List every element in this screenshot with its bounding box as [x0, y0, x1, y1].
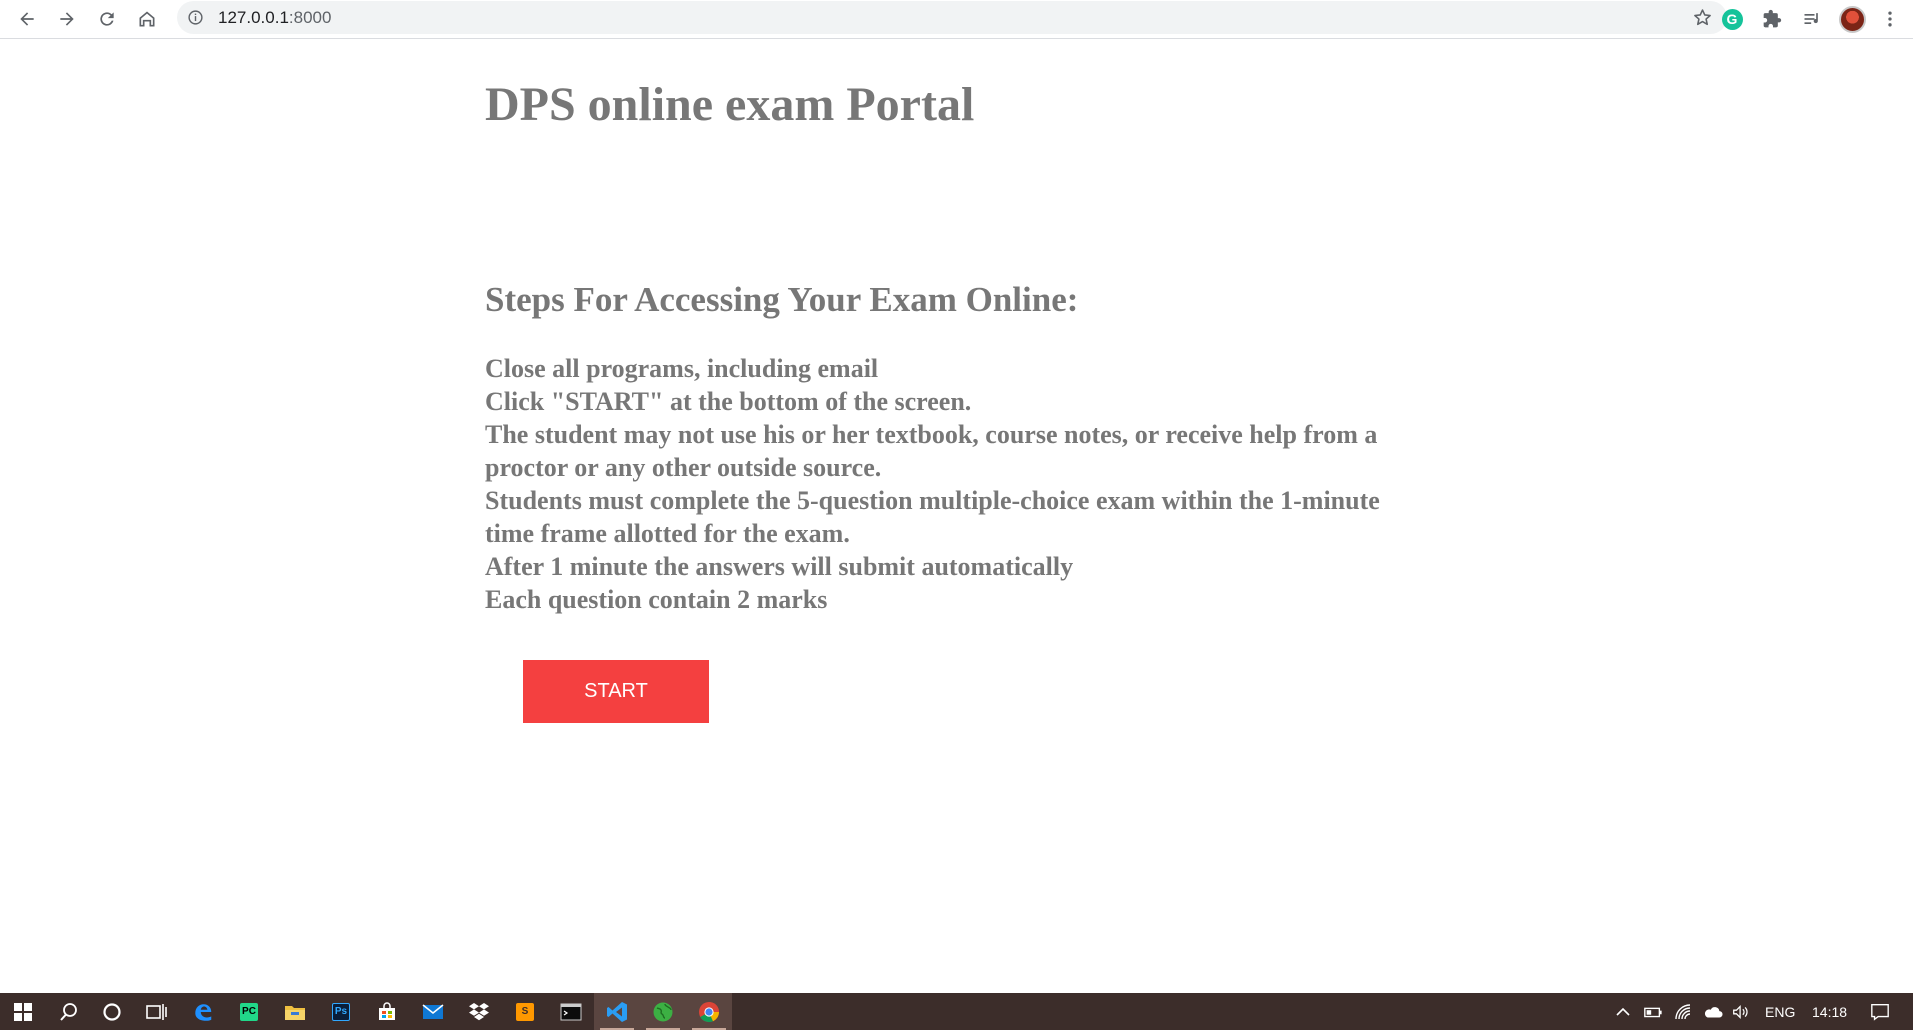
task-view-icon[interactable]: [134, 993, 180, 1030]
terminal-icon[interactable]: [548, 993, 594, 1030]
home-icon[interactable]: [132, 4, 162, 34]
start-button[interactable]: START: [523, 660, 709, 723]
pycharm-label: PC: [240, 1002, 258, 1021]
globe-app-icon[interactable]: [640, 993, 686, 1030]
notifications-icon[interactable]: [1870, 1002, 1890, 1022]
search-icon[interactable]: [46, 993, 92, 1030]
sublime-text-icon[interactable]: S: [502, 993, 548, 1030]
steps-heading: Steps For Accessing Your Exam Online:: [485, 280, 1079, 319]
profile-avatar[interactable]: [1838, 5, 1866, 33]
volume-icon[interactable]: [1731, 1002, 1751, 1022]
microsoft-store-icon[interactable]: [364, 993, 410, 1030]
url-host: 127.0.0.1: [218, 8, 289, 27]
sublime-label: S: [516, 1002, 534, 1021]
extensions-puzzle-icon[interactable]: [1758, 5, 1786, 33]
step-item: Click "START" at the bottom of the scree…: [485, 387, 972, 416]
url-text: 127.0.0.1:8000: [218, 8, 331, 28]
reading-list-icon[interactable]: [1798, 5, 1826, 33]
grammarly-icon: G: [1721, 8, 1743, 30]
chevron-up-icon[interactable]: [1613, 1002, 1633, 1022]
edge-browser-icon[interactable]: [180, 993, 226, 1030]
dropbox-icon[interactable]: [456, 993, 502, 1030]
info-icon[interactable]: [187, 9, 204, 26]
pycharm-icon[interactable]: PC: [226, 993, 272, 1030]
onedrive-cloud-icon[interactable]: [1703, 1002, 1723, 1022]
windows-start-icon[interactable]: [0, 993, 46, 1030]
address-bar[interactable]: 127.0.0.1:8000: [177, 1, 1727, 34]
page-title: DPS online exam Portal: [485, 78, 975, 131]
more-vert-icon[interactable]: [1876, 5, 1904, 33]
step-item: Each question contain 2 marks: [485, 585, 828, 614]
photoshop-icon[interactable]: Ps: [318, 993, 364, 1030]
chrome-icon[interactable]: [686, 993, 732, 1030]
step-item: After 1 minute the answers will submit a…: [485, 552, 1074, 581]
file-explorer-icon[interactable]: [272, 993, 318, 1030]
url-port: :8000: [288, 8, 332, 27]
battery-icon[interactable]: [1643, 1002, 1663, 1022]
photoshop-label: Ps: [332, 1002, 350, 1021]
back-arrow-icon[interactable]: [12, 4, 42, 34]
steps-list: Close all programs, including email Clic…: [485, 352, 1435, 616]
language-indicator[interactable]: ENG: [1765, 993, 1795, 1030]
step-item: The student may not use his or her textb…: [485, 420, 1378, 482]
browser-toolbar: 127.0.0.1:8000 G: [0, 0, 1913, 39]
vscode-icon[interactable]: [594, 993, 640, 1030]
grammarly-extension[interactable]: G: [1718, 5, 1746, 33]
wifi-icon[interactable]: [1673, 1002, 1693, 1022]
step-item: Close all programs, including email: [485, 354, 879, 383]
avatar-image: [1838, 5, 1866, 33]
taskbar: PC Ps S ENG 14:18: [0, 993, 1913, 1030]
reload-icon[interactable]: [92, 4, 122, 34]
mail-icon[interactable]: [410, 993, 456, 1030]
cortana-icon[interactable]: [89, 993, 135, 1030]
clock[interactable]: 14:18: [1812, 993, 1847, 1030]
forward-arrow-icon[interactable]: [52, 4, 82, 34]
bookmark-star-icon[interactable]: [1692, 7, 1713, 28]
step-item: Students must complete the 5-question mu…: [485, 486, 1380, 548]
